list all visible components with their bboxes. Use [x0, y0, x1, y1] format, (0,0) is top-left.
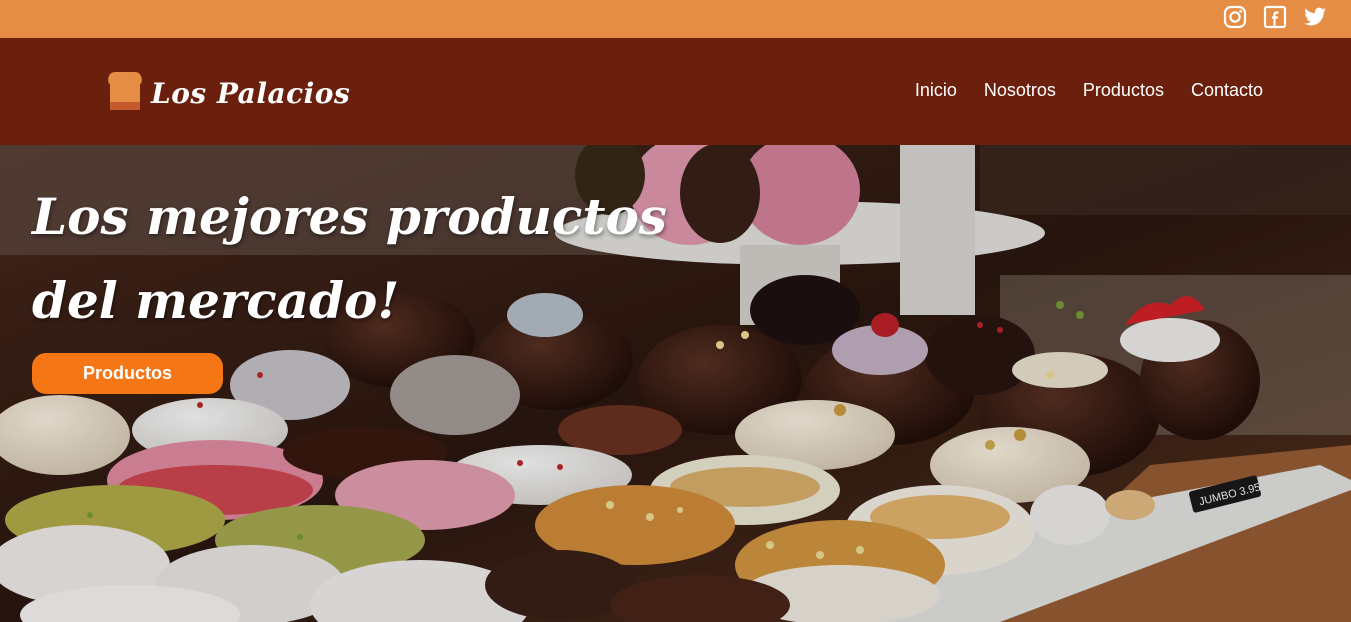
main-nav: Inicio Nosotros Productos Contacto [915, 80, 1263, 101]
nav-item-contacto[interactable]: Contacto [1191, 80, 1263, 101]
main-navbar: Los Palacios Inicio Nosotros Productos C… [0, 38, 1351, 145]
brand-logo[interactable]: Los Palacios [107, 70, 350, 112]
facebook-link[interactable] [1263, 5, 1287, 29]
social-links [1223, 5, 1327, 29]
bread-icon [107, 70, 143, 112]
nav-item-productos[interactable]: Productos [1083, 80, 1164, 101]
hero-title-line-2: del mercado! [32, 271, 400, 330]
twitter-icon [1304, 7, 1326, 26]
nav-item-nosotros[interactable]: Nosotros [984, 80, 1056, 101]
twitter-link[interactable] [1303, 5, 1327, 29]
products-button[interactable]: Productos [32, 353, 223, 394]
hero-section: JUMBO 3.95 Los mejores productos del mer… [0, 145, 1351, 622]
instagram-icon [1223, 5, 1247, 29]
instagram-link[interactable] [1223, 5, 1247, 29]
brand-name: Los Palacios [151, 76, 351, 110]
hero-title-line-1: Los mejores productos [32, 187, 667, 246]
hero-title: Los mejores productos del mercado! [32, 175, 692, 343]
nav-item-inicio[interactable]: Inicio [915, 80, 957, 101]
facebook-icon [1263, 5, 1287, 29]
top-bar [0, 0, 1351, 38]
